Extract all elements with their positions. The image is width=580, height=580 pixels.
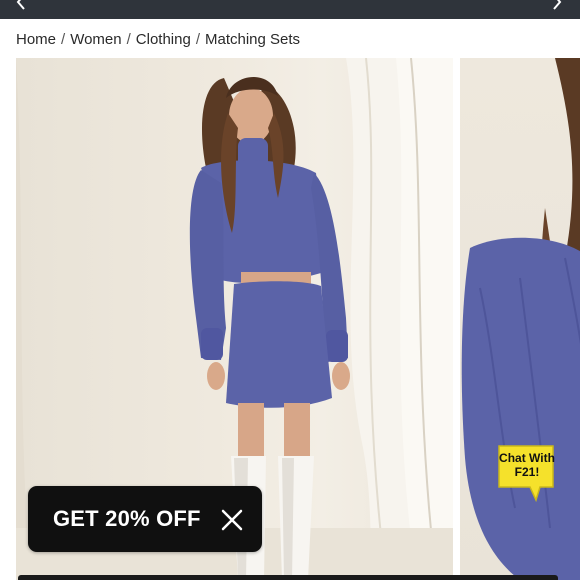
breadcrumb-women[interactable]: Women bbox=[70, 31, 121, 48]
chevron-left-icon[interactable] bbox=[16, 0, 26, 14]
breadcrumb-home[interactable]: Home bbox=[16, 31, 56, 48]
promo-banner[interactable]: GET 20% OFF bbox=[28, 486, 262, 552]
chat-label-line2: F21! bbox=[514, 465, 540, 479]
breadcrumb: Home / Women / Clothing / Matching Sets bbox=[16, 31, 300, 48]
product-page: Home/Women/Clothing/Matching Sets bbox=[0, 0, 580, 580]
chat-button[interactable]: Chat With F21! bbox=[496, 443, 556, 503]
bottom-bar bbox=[18, 575, 558, 580]
breadcrumb-separator: / bbox=[195, 31, 200, 48]
breadcrumb-clothing[interactable]: Clothing bbox=[136, 31, 191, 48]
breadcrumb-separator: / bbox=[126, 31, 131, 48]
top-bar bbox=[0, 0, 580, 19]
breadcrumb-separator: / bbox=[61, 31, 66, 48]
promo-label[interactable]: GET 20% OFF bbox=[53, 506, 201, 532]
chat-label: Chat With F21! bbox=[498, 451, 556, 479]
chevron-right-icon[interactable] bbox=[552, 0, 562, 14]
breadcrumb-matching-sets[interactable]: Matching Sets bbox=[205, 31, 300, 48]
chat-label-line1: Chat With bbox=[499, 451, 555, 465]
close-icon[interactable] bbox=[221, 509, 243, 531]
